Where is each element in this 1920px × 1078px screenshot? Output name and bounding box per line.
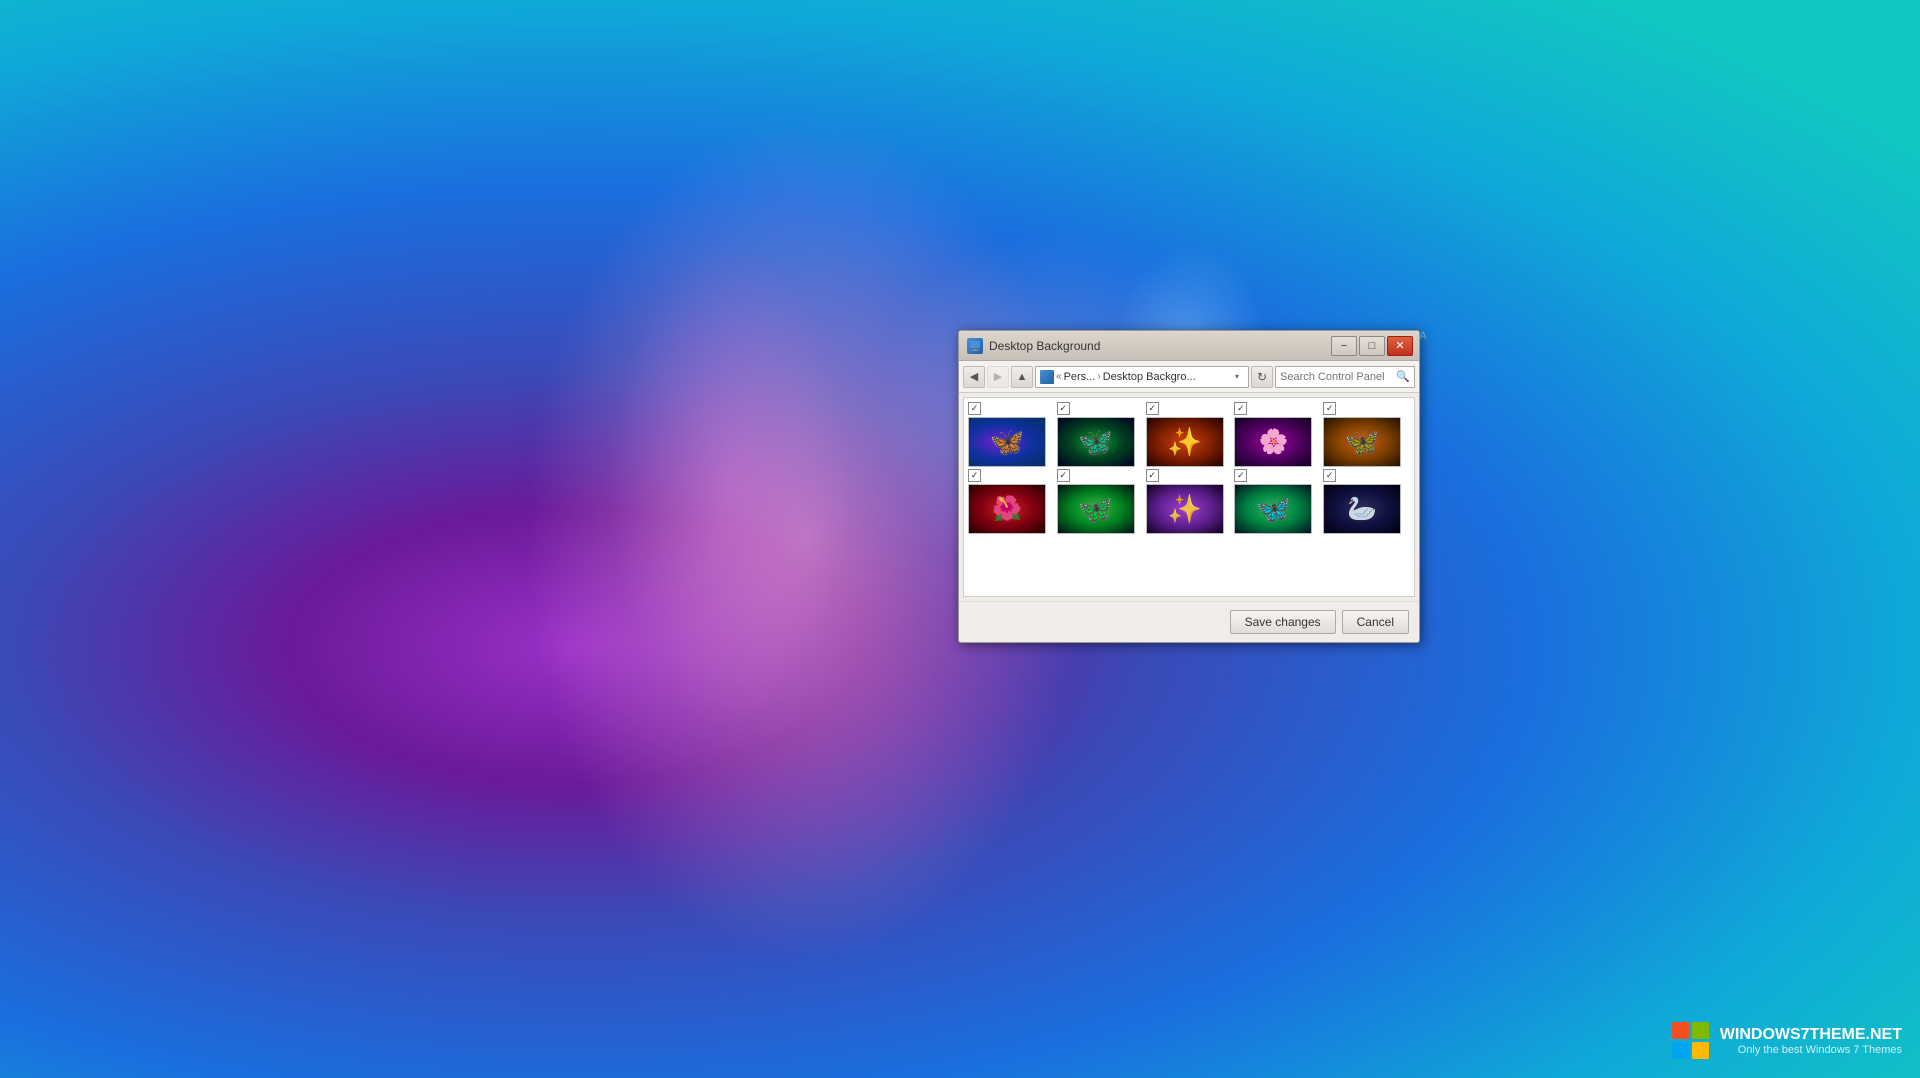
thumbnail-item-9: ✓ — [1234, 469, 1321, 534]
win7-text-block: WINDOWS7THEME.NET Only the best Windows … — [1720, 1026, 1902, 1056]
thumbnail-image-10[interactable] — [1323, 484, 1401, 534]
thumbnail-image-6[interactable] — [968, 484, 1046, 534]
close-button[interactable]: ✕ — [1387, 336, 1413, 356]
thumbnail-item-6: ✓ — [968, 469, 1055, 534]
forward-button[interactable]: ▶ — [987, 366, 1009, 388]
thumbnail-checkbox-10[interactable]: ✓ — [1323, 469, 1336, 482]
thumbnail-checkbox-9[interactable]: ✓ — [1234, 469, 1247, 482]
thumbnail-image-3[interactable] — [1146, 417, 1224, 467]
thumbnails-content-area[interactable]: ✓ ✓ ✓ ✓ ✓ — [963, 397, 1415, 597]
thumbnail-checkbox-4[interactable]: ✓ — [1234, 402, 1247, 415]
cancel-button[interactable]: Cancel — [1342, 610, 1409, 634]
title-bar-left: Desktop Background — [967, 338, 1100, 354]
thumbnail-image-2[interactable] — [1057, 417, 1135, 467]
thumbnail-item-2: ✓ — [1057, 402, 1144, 467]
thumbnail-image-7[interactable] — [1057, 484, 1135, 534]
search-box[interactable]: 🔍 — [1275, 366, 1415, 388]
path-separator-1: « — [1056, 371, 1062, 382]
thumbnails-grid: ✓ ✓ ✓ ✓ ✓ — [964, 398, 1414, 538]
thumbnail-checkbox-7[interactable]: ✓ — [1057, 469, 1070, 482]
thumbnail-item-5: ✓ — [1323, 402, 1410, 467]
save-changes-button[interactable]: Save changes — [1230, 610, 1336, 634]
search-icon: 🔍 — [1396, 370, 1410, 383]
thumbnail-image-1[interactable] — [968, 417, 1046, 467]
thumbnail-checkbox-8[interactable]: ✓ — [1146, 469, 1159, 482]
title-bar-buttons: − □ ✕ — [1331, 336, 1413, 356]
maximize-button[interactable]: □ — [1359, 336, 1385, 356]
control-panel-icon — [1040, 370, 1054, 384]
thumbnail-image-5[interactable] — [1323, 417, 1401, 467]
thumbnail-item-1: ✓ — [968, 402, 1055, 467]
thumbnail-checkbox-6[interactable]: ✓ — [968, 469, 981, 482]
thumbnail-image-4[interactable] — [1234, 417, 1312, 467]
address-path[interactable]: « Pers... › Desktop Backgro... ▾ — [1035, 366, 1249, 388]
dialog-title-text: Desktop Background — [989, 339, 1100, 353]
thumbnail-checkbox-2[interactable]: ✓ — [1057, 402, 1070, 415]
win7theme-watermark: WINDOWS7THEME.NET Only the best Windows … — [1672, 1022, 1902, 1060]
thumbnail-checkbox-3[interactable]: ✓ — [1146, 402, 1159, 415]
dialog-title-icon — [967, 338, 983, 354]
dialog-footer: Save changes Cancel — [959, 601, 1419, 642]
back-button[interactable]: ◀ — [963, 366, 985, 388]
up-button[interactable]: ▲ — [1011, 366, 1033, 388]
path-dropdown-button[interactable]: ▾ — [1230, 370, 1244, 384]
search-input[interactable] — [1280, 371, 1392, 383]
thumbnail-item-4: ✓ — [1234, 402, 1321, 467]
path-desktop-background: Desktop Backgro... — [1103, 371, 1196, 383]
thumbnail-item-10: ✓ — [1323, 469, 1410, 534]
path-pers: Pers... — [1064, 371, 1096, 383]
desktop-background: SOFTPEDIA WINDOWS7THEME.NET Only the bes… — [0, 0, 1920, 1078]
thumbnail-item-7: ✓ — [1057, 469, 1144, 534]
desktop-background-dialog: Desktop Background − □ ✕ ◀ ▶ ▲ « Pers...… — [958, 330, 1420, 643]
thumbnail-item-8: ✓ — [1146, 469, 1233, 534]
thumbnail-image-9[interactable] — [1234, 484, 1312, 534]
thumbnail-checkbox-5[interactable]: ✓ — [1323, 402, 1336, 415]
title-bar: Desktop Background − □ ✕ — [959, 331, 1419, 361]
windows-logo-icon — [1672, 1022, 1710, 1060]
thumbnail-item-3: ✓ — [1146, 402, 1233, 467]
refresh-button[interactable]: ↻ — [1251, 366, 1273, 388]
win7-site-name: WINDOWS7THEME.NET — [1720, 1026, 1902, 1044]
thumbnail-image-8[interactable] — [1146, 484, 1224, 534]
win7-tagline: Only the best Windows 7 Themes — [1720, 1044, 1902, 1056]
minimize-button[interactable]: − — [1331, 336, 1357, 356]
thumbnail-checkbox-1[interactable]: ✓ — [968, 402, 981, 415]
desktop-icon — [969, 340, 981, 352]
path-arrow: › — [1097, 371, 1100, 382]
address-bar: ◀ ▶ ▲ « Pers... › Desktop Backgro... ▾ ↻… — [959, 361, 1419, 393]
